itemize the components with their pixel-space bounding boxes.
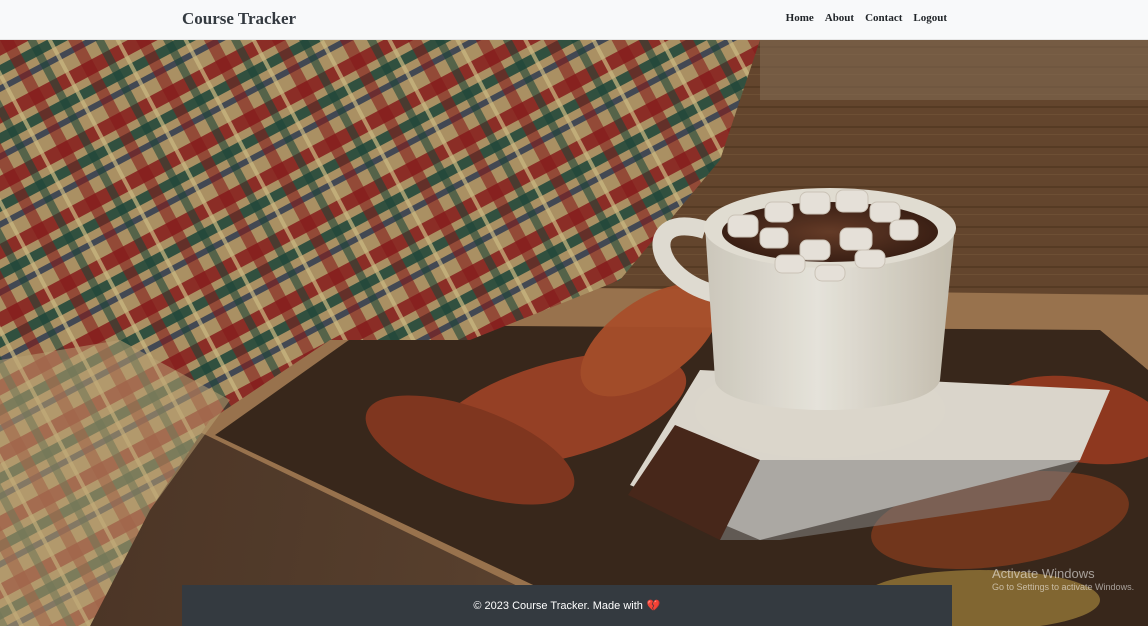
- watermark-title: Activate Windows: [992, 566, 1095, 581]
- footer-text: © 2023 Course Tracker. Made with: [473, 599, 643, 612]
- nav-link-logout[interactable]: Logout: [913, 12, 947, 24]
- broken-heart-icon: 💔: [646, 600, 661, 612]
- nav-link-contact[interactable]: Contact: [865, 12, 902, 24]
- brand-link[interactable]: Course Tracker: [182, 9, 296, 29]
- hero-background-image: [0, 40, 1148, 626]
- navbar: Course Tracker Home About Contact Logout: [0, 0, 1148, 40]
- windows-activation-watermark: Activate Windows Go to Settings to activ…: [992, 566, 1134, 592]
- footer: © 2023 Course Tracker. Made with 💔: [182, 585, 952, 626]
- nav-link-home[interactable]: Home: [786, 12, 814, 24]
- nav-links: Home About Contact Logout: [786, 12, 947, 24]
- watermark-subtitle: Go to Settings to activate Windows.: [992, 582, 1135, 592]
- hot-chocolate-photo: [0, 40, 1148, 626]
- nav-link-about[interactable]: About: [825, 12, 854, 24]
